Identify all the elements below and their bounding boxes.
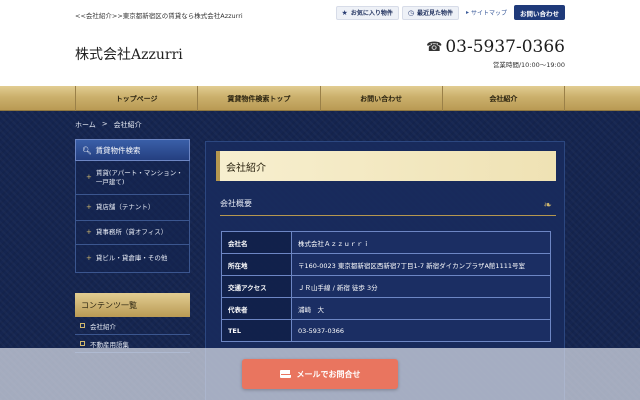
square-bullet-icon: [80, 323, 85, 328]
contents-item-company[interactable]: 会社紹介: [75, 317, 190, 335]
mail-contact-bar: メールでお問合せ: [0, 348, 640, 400]
nav-item-company[interactable]: 会社紹介: [443, 86, 565, 111]
sitemap-label: サイトマップ: [470, 10, 507, 17]
phone-text: 03-5937-0366: [445, 37, 565, 57]
bullet-icon: +: [86, 254, 92, 262]
bullet-icon: +: [86, 173, 92, 181]
contents-heading: コンテンツ一覧: [75, 293, 190, 317]
row-key: 所在地: [221, 253, 292, 276]
breadcrumb-current: 会社紹介: [113, 121, 142, 129]
nav-item-search-top[interactable]: 賃貸物件検索トップ: [198, 86, 321, 111]
tagline: <<会社紹介>>東京都新宿区の賃貸なら株式会社Azzurri: [75, 12, 243, 20]
row-value: ＪＲ山手線 / 新宿 徒歩 3分: [291, 275, 551, 298]
row-key: 交通アクセス: [221, 275, 292, 298]
envelope-icon: [279, 370, 291, 378]
breadcrumb: ホーム > 会社紹介: [75, 120, 142, 130]
table-row: 所在地 〒160-0023 東京都新宿区西新宿7丁目1-7 新宿ダイカンプラザA…: [221, 253, 551, 276]
sidebar-item-label: 貸事務所（貸オフィス）: [95, 228, 168, 236]
sidebar-item-residential[interactable]: + 賃貸(アパート・マンション・一戸建て): [76, 161, 189, 195]
sitemap-link[interactable]: ▸ サイトマップ: [462, 8, 511, 17]
sidebar-item-office[interactable]: + 貸事務所（貸オフィス）: [76, 221, 189, 245]
section-heading: 会社概要 ❧: [220, 198, 556, 216]
search-icon: 🔍︎: [82, 145, 92, 155]
row-key: 会社名: [221, 231, 292, 254]
search-heading: 🔍︎ 賃貸物件検索: [75, 139, 190, 161]
contact-button[interactable]: お問い合わせ: [514, 5, 565, 20]
business-hours: 営業時間/10:00〜19:00: [492, 61, 565, 69]
row-value: 浦崎 大: [291, 297, 551, 320]
phone-icon: ☎: [426, 39, 443, 55]
sidebar-item-label: 賃貸(アパート・マンション・一戸建て): [95, 168, 183, 186]
recent-button[interactable]: ◷ 最近見た物件: [401, 5, 459, 20]
chevron-right-icon: ▸: [465, 9, 469, 16]
global-nav: トップページ 賃貸物件検索トップ お問い合わせ 会社紹介: [0, 86, 640, 111]
breadcrumb-separator: >: [101, 120, 108, 128]
row-value: 〒160-0023 東京都新宿区西新宿7丁目1-7 新宿ダイカンプラザA館111…: [291, 253, 551, 276]
nav-item-contact[interactable]: お問い合わせ: [321, 86, 443, 111]
sidebar-item-building[interactable]: + 貸ビル・貸倉庫・その他: [76, 245, 189, 273]
sidebar-item-label: 貸ビル・貸倉庫・その他: [95, 254, 168, 262]
row-value: 株式会社Ａｚｚｕｒｒｉ: [291, 231, 551, 254]
favorites-button[interactable]: ★ お気に入り物件: [335, 5, 399, 20]
table-row: TEL 03-5937-0366: [221, 319, 551, 342]
mail-contact-button[interactable]: メールでお問合せ: [242, 359, 398, 389]
nav-item-top[interactable]: トップページ: [76, 86, 199, 111]
row-value: 03-5937-0366: [291, 319, 551, 342]
search-heading-label: 賃貸物件検索: [95, 145, 141, 155]
contents-item-label: 会社紹介: [90, 322, 116, 331]
contents-item-label: 不動産用語集: [90, 340, 129, 349]
breadcrumb-home[interactable]: ホーム: [75, 120, 96, 130]
square-bullet-icon: [80, 341, 85, 346]
table-row: 交通アクセス ＪＲ山手線 / 新宿 徒歩 3分: [221, 275, 551, 298]
phone-number: ☎ 03-5937-0366: [426, 37, 565, 57]
table-row: 代表者 浦崎 大: [221, 297, 551, 320]
search-category-list: + 賃貸(アパート・マンション・一戸建て) + 貸店舗（テナント） + 貸事務所…: [75, 161, 190, 273]
row-key: TEL: [221, 319, 292, 342]
bullet-icon: +: [86, 228, 92, 236]
top-links: ★ お気に入り物件 ◷ 最近見た物件 ▸ サイトマップ お問い合わせ: [335, 5, 565, 20]
sidebar-item-shop[interactable]: + 貸店舗（テナント）: [76, 195, 189, 221]
table-row: 会社名 株式会社Ａｚｚｕｒｒｉ: [221, 231, 551, 254]
company-info-table: 会社名 株式会社Ａｚｚｕｒｒｉ 所在地 〒160-0023 東京都新宿区西新宿7…: [221, 231, 551, 342]
row-key: 代表者: [221, 297, 292, 320]
site-header: <<会社紹介>>東京都新宿区の賃貸なら株式会社Azzurri ★ お気に入り物件…: [0, 0, 640, 86]
sidebar: 🔍︎ 賃貸物件検索 + 賃貸(アパート・マンション・一戸建て) + 貸店舗（テナ…: [75, 139, 190, 353]
section-heading-label: 会社概要: [220, 199, 252, 208]
ornament-icon: ❧: [543, 200, 552, 211]
favorites-label: お気に入り物件: [350, 10, 393, 17]
site-logo[interactable]: 株式会社Azzurri: [75, 44, 183, 64]
mail-contact-label: メールでお問合せ: [296, 369, 361, 379]
recent-label: 最近見た物件: [416, 10, 453, 17]
sidebar-item-label: 貸店舗（テナント）: [95, 203, 155, 211]
page-title: 会社紹介: [216, 151, 556, 181]
star-icon: ★: [341, 8, 348, 17]
bullet-icon: +: [86, 203, 92, 211]
clock-icon: ◷: [407, 8, 414, 17]
